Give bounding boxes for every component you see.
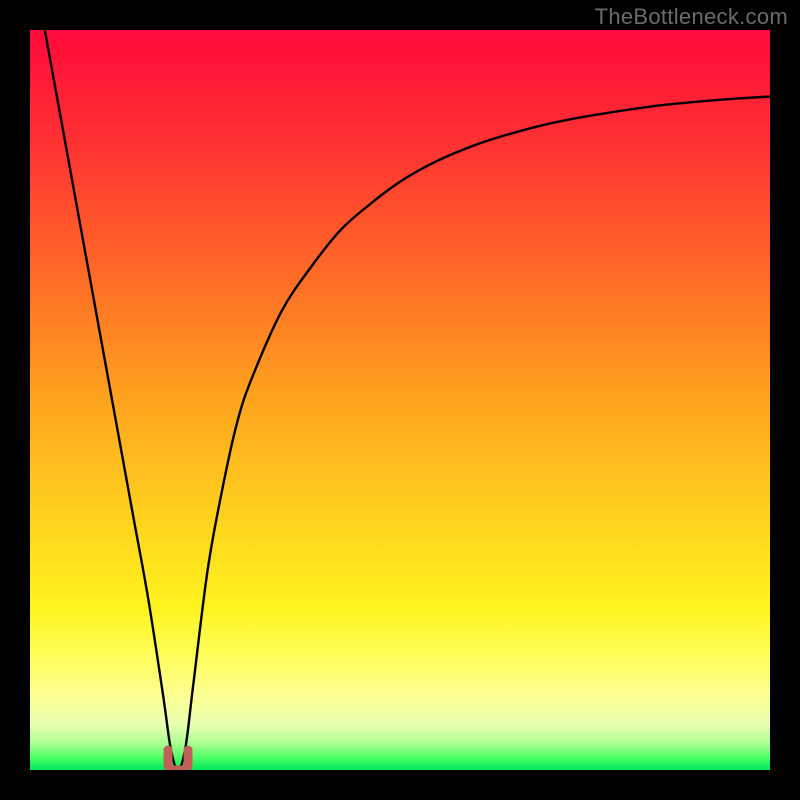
bottleneck-curve xyxy=(30,30,770,770)
watermark-text: TheBottleneck.com xyxy=(595,4,788,30)
chart-frame: TheBottleneck.com xyxy=(0,0,800,800)
plot-area xyxy=(30,30,770,770)
optimal-marker xyxy=(168,750,188,770)
